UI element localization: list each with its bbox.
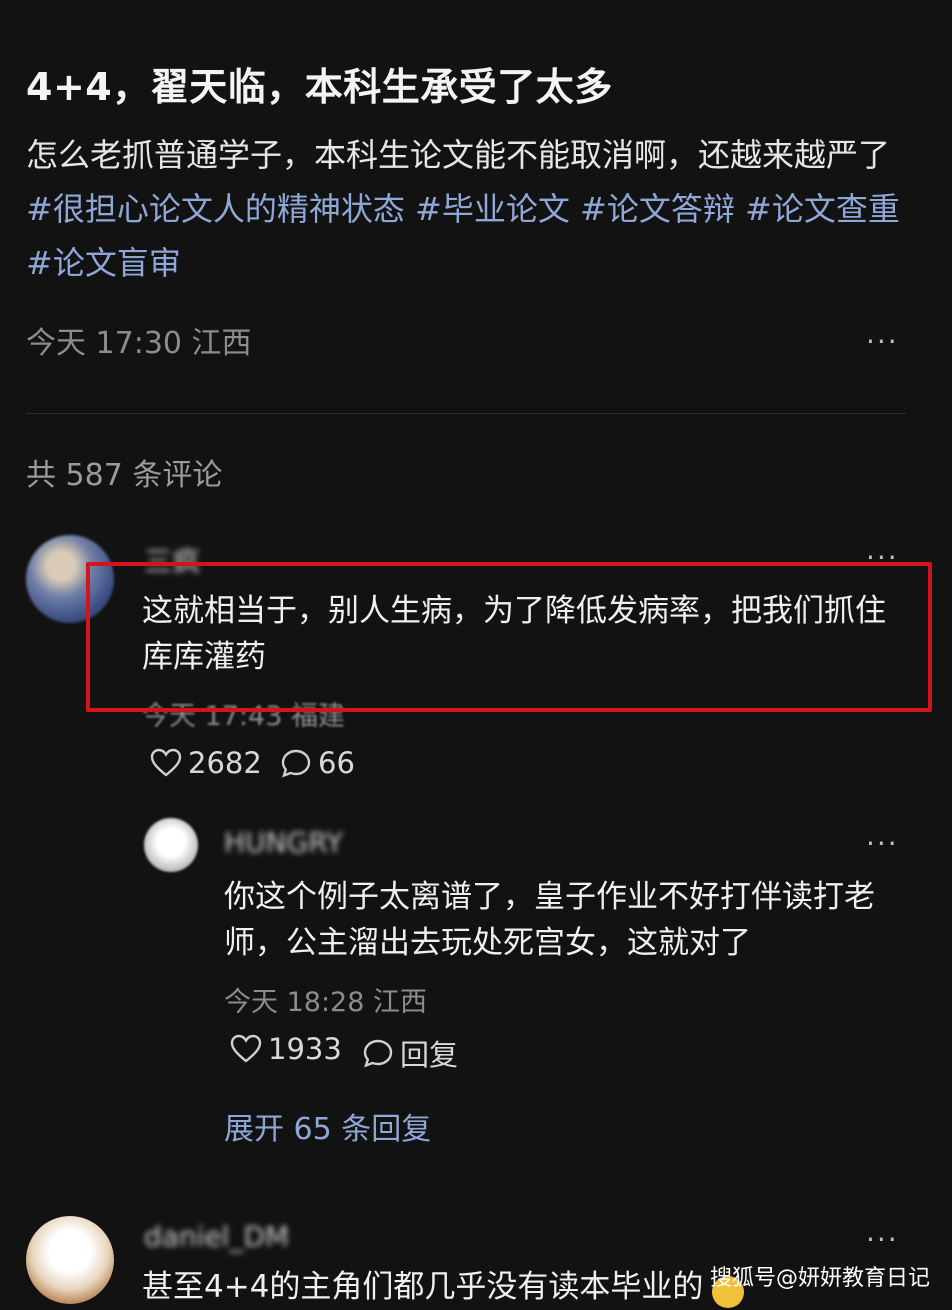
comment-bubble-icon (281, 749, 311, 778)
post-body-text: 怎么老抓普通学子，本科生论文能不能取消啊，还越来越严了 (26, 136, 891, 174)
divider (26, 413, 906, 414)
comment-username[interactable]: daniel_DM (144, 1220, 289, 1253)
comment-count: 共 587 条评论 (26, 458, 223, 493)
reply-meta: 今天 18:28 江西 (224, 987, 427, 1018)
highlight-box (86, 562, 932, 712)
hashtag-link[interactable]: #论文答辩 (580, 190, 735, 228)
avatar[interactable] (26, 1216, 114, 1304)
expand-replies-link[interactable]: 展开 65 条回复 (224, 1104, 431, 1148)
reply-text: 你这个例子太离谱了，皇子作业不好打伴读打老师，公主溜出去玩处死宫女，这就对了 (224, 879, 875, 961)
heart-icon (150, 748, 182, 777)
post-more-button[interactable]: ··· (866, 328, 899, 356)
hashtag-link[interactable]: #论文查重 (745, 190, 900, 228)
reply-button-label: 回复 (400, 1038, 459, 1072)
reply-like-count: 1933 (268, 1032, 342, 1066)
reply-like-button[interactable]: 1933 (230, 1032, 342, 1066)
comment-more-button[interactable]: ··· (866, 1226, 899, 1254)
like-button[interactable]: 2682 (150, 746, 262, 780)
heart-icon (230, 1034, 262, 1063)
reply-count-button[interactable]: 66 (280, 746, 355, 780)
reply-username[interactable]: HUNGRY (224, 826, 343, 859)
reply-count: 66 (318, 746, 355, 780)
comment-text: 甚至4+4的主角们都几乎没有读本毕业的 (142, 1269, 704, 1305)
comment-bubble-icon (363, 1039, 393, 1068)
watermark: 搜狐号@妍妍教育日记 (709, 1266, 930, 1291)
post-meta: 今天 17:30 江西 (26, 326, 252, 361)
reply-button[interactable]: 回复 (362, 1032, 458, 1074)
post-body: 怎么老抓普通学子，本科生论文能不能取消啊，还越来越严了#很担心论文人的精神状态 … (26, 128, 906, 290)
like-count: 2682 (188, 746, 262, 780)
hashtag-link[interactable]: #论文盲审 (26, 244, 181, 282)
hashtag-link[interactable]: #毕业论文 (415, 190, 570, 228)
hashtag-link[interactable]: #很担心论文人的精神状态 (26, 190, 405, 228)
reply-more-button[interactable]: ··· (866, 830, 899, 858)
reply-avatar[interactable] (144, 818, 198, 872)
post-title: 4+4，翟天临，本科生承受了太多 (26, 65, 613, 109)
